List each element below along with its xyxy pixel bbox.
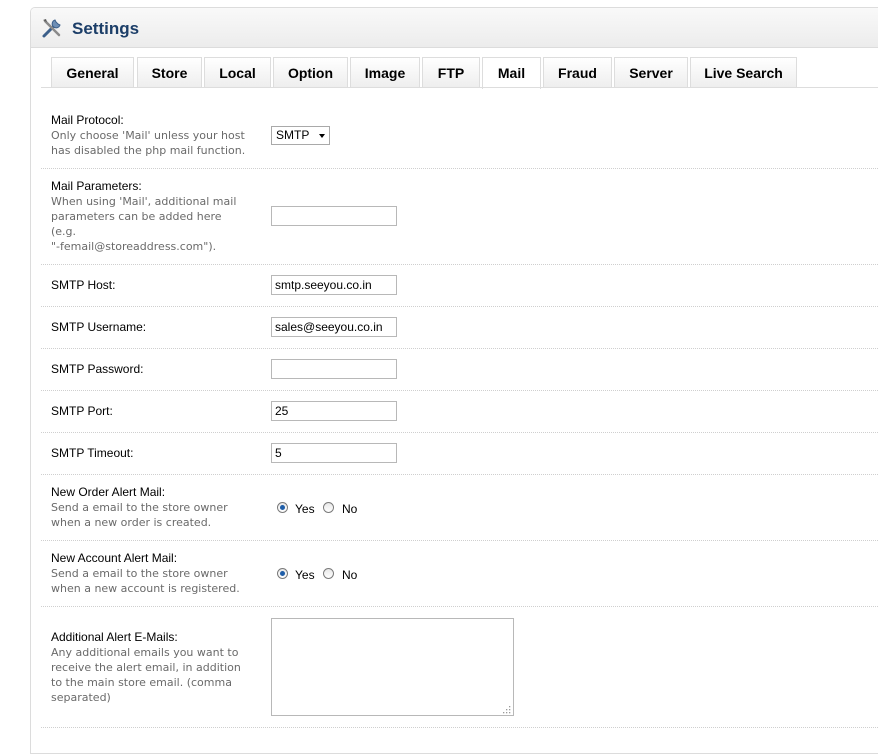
- row-divider: [41, 540, 878, 541]
- alert-emails-help: Any additional emails you want to receiv…: [51, 645, 256, 705]
- help-line: when a new order is created.: [51, 516, 212, 529]
- tab-live-search[interactable]: Live Search: [690, 57, 797, 87]
- page-title: Settings: [72, 19, 140, 38]
- mail-parameters-input[interactable]: [271, 206, 397, 226]
- tab-general[interactable]: General: [51, 57, 134, 87]
- smtp-host-label: SMTP Host:: [51, 278, 116, 292]
- smtp-timeout-label: SMTP Timeout:: [51, 446, 134, 460]
- mail-parameters-label: Mail Parameters:: [51, 179, 142, 193]
- order-alert-no-label: No: [342, 502, 358, 516]
- account-alert-no-label: No: [342, 568, 358, 582]
- account-alert-no-radio[interactable]: [323, 568, 334, 579]
- tab-server[interactable]: Server: [614, 57, 688, 87]
- help-line: Send a email to the store owner: [51, 567, 228, 580]
- mail-parameters-help: When using 'Mail', additional mail param…: [51, 194, 256, 254]
- tab-ftp[interactable]: FTP: [422, 57, 480, 87]
- help-line: Any additional emails you want to: [51, 646, 239, 659]
- tab-mail[interactable]: Mail: [482, 57, 541, 89]
- row-divider: [41, 727, 878, 728]
- account-alert-yes-radio[interactable]: [277, 568, 288, 579]
- mail-protocol-select[interactable]: SMTP: [271, 126, 330, 145]
- help-line: when a new account is registered.: [51, 582, 240, 595]
- row-divider: [41, 606, 878, 607]
- alert-emails-label: Additional Alert E-Mails:: [51, 630, 178, 644]
- help-line: receive the alert email, in addition: [51, 661, 241, 674]
- help-line: (e.g.: [51, 225, 77, 238]
- tab-divider: [41, 87, 878, 88]
- chevron-down-icon: [319, 134, 325, 138]
- tab-option[interactable]: Option: [273, 57, 348, 87]
- row-divider: [41, 306, 878, 307]
- smtp-host-input[interactable]: [271, 275, 397, 295]
- account-alert-label: New Account Alert Mail:: [51, 551, 178, 565]
- smtp-port-input[interactable]: [271, 401, 397, 421]
- order-alert-yes-radio[interactable]: [277, 502, 288, 513]
- help-line: to the main store email. (comma: [51, 676, 232, 689]
- smtp-password-label: SMTP Password:: [51, 362, 144, 376]
- order-alert-yes-label: Yes: [295, 502, 315, 516]
- help-line: "-femail@storeaddress.com").: [51, 240, 217, 253]
- tab-local[interactable]: Local: [204, 57, 271, 87]
- row-divider: [41, 264, 878, 265]
- smtp-password-input[interactable]: [271, 359, 397, 379]
- order-alert-help: Send a email to the store owner when a n…: [51, 500, 256, 530]
- mail-protocol-value: SMTP: [276, 128, 310, 142]
- alert-emails-textarea[interactable]: [271, 618, 514, 716]
- smtp-username-input[interactable]: [271, 317, 397, 337]
- tab-fraud[interactable]: Fraud: [543, 57, 612, 87]
- mail-protocol-label: Mail Protocol:: [51, 113, 124, 127]
- help-line: Send a email to the store owner: [51, 501, 228, 514]
- help-line: parameters can be added here: [51, 210, 222, 223]
- order-alert-label: New Order Alert Mail:: [51, 485, 166, 499]
- smtp-username-label: SMTP Username:: [51, 320, 147, 334]
- account-alert-yes-label: Yes: [295, 568, 315, 582]
- resize-grip-icon[interactable]: [502, 705, 511, 714]
- tools-icon: [42, 19, 61, 38]
- help-line: separated): [51, 691, 111, 704]
- account-alert-help: Send a email to the store owner when a n…: [51, 566, 256, 596]
- row-divider: [41, 348, 878, 349]
- smtp-port-label: SMTP Port:: [51, 404, 113, 418]
- settings-heading: Settings: [31, 8, 878, 48]
- mail-protocol-help: Only choose 'Mail' unless your host has …: [51, 129, 246, 157]
- tab-store[interactable]: Store: [137, 57, 202, 87]
- row-divider: [41, 168, 878, 169]
- tab-image[interactable]: Image: [350, 57, 420, 87]
- smtp-timeout-input[interactable]: [271, 443, 397, 463]
- help-line: When using 'Mail', additional mail: [51, 195, 237, 208]
- row-divider: [41, 390, 878, 391]
- order-alert-no-radio[interactable]: [323, 502, 334, 513]
- row-divider: [41, 432, 878, 433]
- row-divider: [41, 474, 878, 475]
